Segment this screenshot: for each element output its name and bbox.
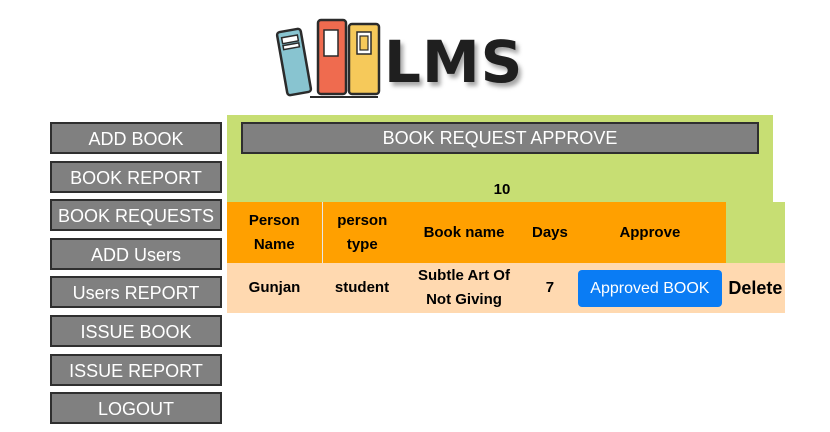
sidebar-item-issue-report[interactable]: ISSUE REPORT [50, 353, 222, 386]
column-header-days: Days [526, 202, 574, 263]
column-header-approve: Approve [573, 202, 726, 263]
delete-link[interactable]: Delete [725, 263, 785, 313]
sidebar-item-book-requests[interactable]: BOOK REQUESTS [50, 199, 222, 232]
sidebar-item-add-users[interactable]: ADD Users [50, 237, 222, 270]
cell-person-name: Gunjan [227, 263, 322, 313]
sidebar-item-book-report[interactable]: BOOK REPORT [50, 160, 222, 193]
table-row: Gunjan student Subtle Art Of Not Giving … [227, 263, 785, 313]
lms-logo: LMS [274, 14, 554, 100]
sidebar-item-issue-book[interactable]: ISSUE BOOK [50, 314, 222, 347]
cell-person-type: student [322, 263, 402, 313]
sidebar-item-logout[interactable]: LOGOUT [50, 392, 222, 425]
approved-book-button[interactable]: Approved BOOK [577, 269, 722, 307]
cell-approve: Approved BOOK [573, 263, 726, 313]
column-header-person-name: Person Name [227, 202, 323, 263]
logo-text: LMS [384, 28, 524, 96]
table-header-row: Person Name person type Book name Days A… [227, 202, 785, 263]
sidebar-item-users-report[interactable]: Users REPORT [50, 276, 222, 309]
page-title: BOOK REQUEST APPROVE [241, 122, 759, 154]
column-header-spacer [725, 202, 785, 263]
column-header-person-type: person type [322, 202, 402, 263]
sidebar-item-add-book[interactable]: ADD BOOK [50, 122, 222, 154]
books-icon [275, 18, 381, 98]
book-request-table: Person Name person type Book name Days A… [227, 202, 785, 313]
cell-days: 7 [526, 263, 574, 313]
cell-book-name: Subtle Art Of Not Giving [402, 263, 526, 313]
column-header-book-name: Book name [402, 202, 526, 263]
request-count: 10 [493, 181, 511, 198]
sidebar-nav: ADD BOOK BOOK REPORT BOOK REQUESTS ADD U… [50, 122, 222, 431]
